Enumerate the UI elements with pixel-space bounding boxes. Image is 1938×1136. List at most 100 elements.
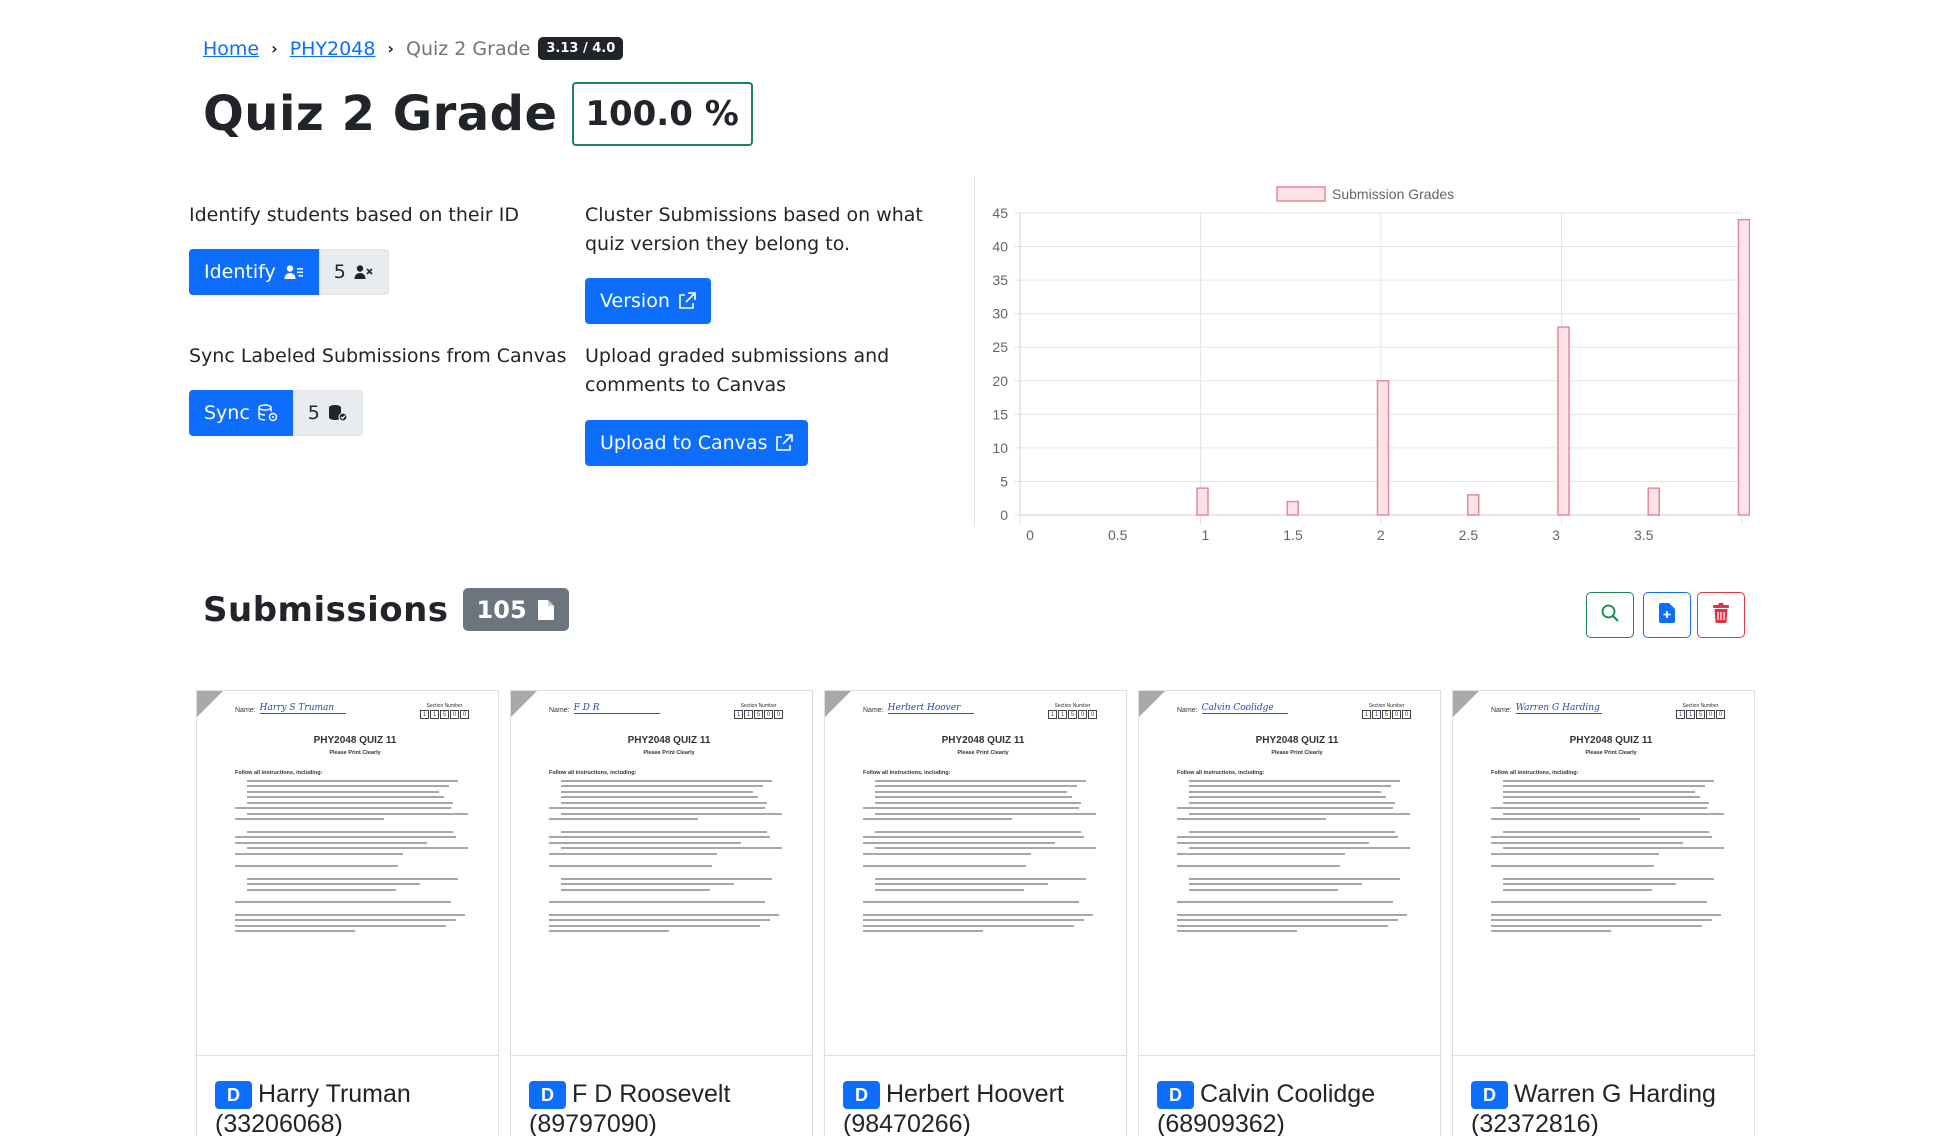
submission-count: 105 (476, 595, 527, 624)
student-name[interactable]: D Warren G Harding (32372816) (1471, 1079, 1716, 1136)
submission-thumbnail[interactable]: Name: Calvin Coolidge Section Number 115… (1139, 691, 1440, 1056)
fold-corner-icon (1453, 691, 1479, 717)
quiz-heading: PHY2048 QUIZ 11 (313, 735, 397, 746)
student-name[interactable]: D Calvin Coolidge (68909362) (1157, 1079, 1375, 1136)
student-name[interactable]: D Harry Truman (33206068) (215, 1079, 411, 1136)
sync-count[interactable]: 5 (292, 390, 363, 436)
submission-card[interactable]: Name: Harry S Truman Section Number 1150… (196, 690, 499, 1136)
text-line (1503, 785, 1705, 787)
sync-button[interactable]: Sync (189, 390, 293, 436)
quiz-subheading: Please Print Clearly (643, 750, 695, 756)
section-digit: 0 (774, 710, 783, 719)
bar (1737, 218, 1750, 516)
upload-description: Upload graded submissions and comments t… (585, 345, 890, 396)
x-tick-label: 1.5 (1283, 527, 1303, 543)
student-id: (32372816) (1471, 1110, 1599, 1136)
x-tick-label: 2.5 (1459, 527, 1479, 543)
quiz-page-preview: Name: Warren G Harding Section Number 11… (1491, 703, 1731, 932)
submission-card[interactable]: Name: Calvin Coolidge Section Number 115… (1138, 690, 1441, 1136)
identify-count[interactable]: 5 (318, 249, 389, 295)
breadcrumb-separator-icon: › (271, 39, 278, 58)
text-line (875, 883, 1048, 885)
card-footer: D Warren G Harding (32372816) (1453, 1056, 1754, 1136)
version-button[interactable]: Version (585, 278, 711, 324)
section-digit: 0 (460, 710, 469, 719)
submission-cards: Name: Harry S Truman Section Number 1150… (196, 690, 1755, 1136)
text-line (1177, 865, 1341, 867)
quiz-instructions: Follow all instructions, including: (1177, 770, 1265, 776)
text-line (561, 830, 768, 833)
section-digit: 1 (734, 710, 743, 719)
page-title: Quiz 2 Grade (203, 86, 558, 142)
y-tick-label: 20 (992, 373, 1008, 389)
submission-thumbnail[interactable]: Name: Herbert Hoover Section Number 1150… (825, 691, 1126, 1056)
text-line (549, 836, 770, 838)
version-description: Cluster Submissions based on what quiz v… (585, 204, 923, 255)
text-line (235, 818, 384, 820)
text-line (561, 883, 734, 885)
identify-button[interactable]: Identify (189, 249, 319, 295)
student-full-name: Warren G Harding (1514, 1080, 1716, 1108)
delete-button[interactable] (1697, 592, 1745, 638)
text-line (1491, 852, 1659, 855)
instruction-lines (1177, 779, 1417, 932)
section-label: Section Number (1682, 703, 1719, 709)
text-line (863, 807, 1079, 809)
submission-card[interactable]: Name: Warren G Harding Section Number 11… (1452, 690, 1755, 1136)
section-label: Section Number (740, 703, 777, 709)
text-line (875, 779, 1087, 782)
student-name[interactable]: D Herbert Hoovert (98470266) (843, 1079, 1064, 1136)
quiz-heading: PHY2048 QUIZ 11 (1569, 735, 1653, 746)
section-digit: 5 (440, 710, 449, 719)
submission-thumbnail[interactable]: Name: F D R Section Number 11500 PHY2048… (511, 691, 812, 1056)
text-line (1503, 877, 1715, 880)
name-label: Name: (235, 707, 256, 714)
upload-to-canvas-button[interactable]: Upload to Canvas (585, 420, 809, 466)
submission-thumbnail[interactable]: Name: Harry S Truman Section Number 1150… (197, 691, 498, 1056)
submission-card[interactable]: Name: F D R Section Number 11500 PHY2048… (510, 690, 813, 1136)
search-button[interactable] (1586, 592, 1634, 638)
handwritten-name: Harry S Truman (259, 703, 346, 714)
bar (1196, 487, 1209, 516)
text-line (549, 924, 761, 927)
text-line (1177, 924, 1389, 927)
text-line (1189, 779, 1401, 782)
submission-thumbnail[interactable]: Name: Warren G Harding Section Number 11… (1453, 691, 1754, 1056)
student-full-name: Herbert Hoovert (886, 1080, 1064, 1108)
text-line (1503, 796, 1700, 798)
fold-corner-icon (1139, 691, 1165, 717)
add-submission-button[interactable] (1643, 592, 1691, 638)
y-tick-label: 25 (992, 339, 1008, 355)
version-button-label: Version (600, 290, 670, 312)
text-line (1491, 818, 1640, 820)
breadcrumb: Home › PHY2048 › Quiz 2 Grade 3.13 / 4.0 (203, 37, 624, 60)
text-line (863, 852, 1031, 855)
breadcrumb-current: Quiz 2 Grade (406, 37, 531, 60)
grade-box: 100.0 % (571, 82, 753, 146)
y-tick-label: 45 (992, 205, 1008, 221)
quiz-subheading: Please Print Clearly (329, 750, 381, 756)
submission-card[interactable]: Name: Herbert Hoover Section Number 1150… (824, 690, 1127, 1136)
handwritten-name: Warren G Harding (1515, 703, 1602, 714)
breadcrumb-course-link[interactable]: PHY2048 (290, 38, 376, 60)
text-line (1503, 790, 1695, 793)
section-label: Section Number (1054, 703, 1091, 709)
student-name[interactable]: DF D Roosevelt (89797090) (529, 1079, 730, 1136)
text-line (875, 888, 1024, 891)
text-line (875, 785, 1077, 787)
text-line (1177, 807, 1393, 809)
x-tick-label: 3.5 (1634, 527, 1654, 543)
handwritten-name: Calvin Coolidge (1201, 703, 1288, 714)
section-digit: 0 (1716, 710, 1725, 719)
breadcrumb-home-link[interactable]: Home (203, 38, 259, 60)
instruction-lines (1491, 779, 1731, 932)
file-plus-icon (1659, 603, 1675, 627)
